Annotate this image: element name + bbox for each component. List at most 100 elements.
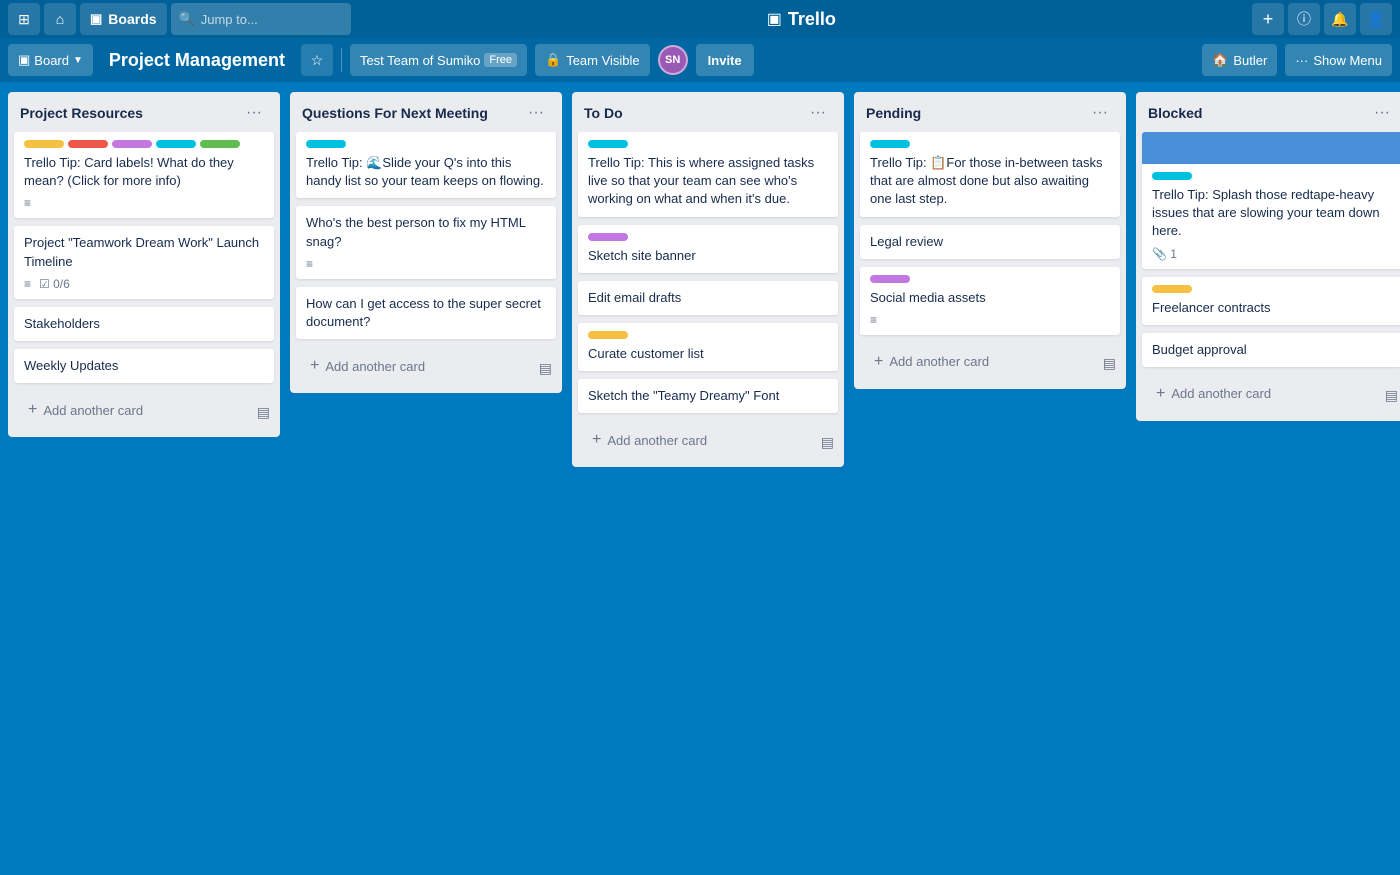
card-labels-tip-redtape xyxy=(1152,172,1392,180)
list-menu-button-blocked[interactable]: ··· xyxy=(1368,102,1396,124)
list-header-to-do: To Do··· xyxy=(572,92,844,132)
avatar[interactable]: SN xyxy=(658,45,688,75)
list-menu-button-to-do[interactable]: ··· xyxy=(804,102,832,124)
invite-button[interactable]: Invite xyxy=(696,44,754,76)
card-labels-social-media xyxy=(870,275,1110,283)
list-menu-button-questions-next-meeting[interactable]: ··· xyxy=(522,102,550,124)
list-to-do: To Do···Trello Tip: This is where assign… xyxy=(572,92,844,467)
add-card-button-project-resources[interactable]: +Add another card xyxy=(18,393,249,427)
board-view-button[interactable]: ▣ Board ▼ xyxy=(8,44,93,76)
card-html-snag[interactable]: Who's the best person to fix my HTML sna… xyxy=(296,206,556,278)
card-badge: 📎 1 xyxy=(1152,247,1177,261)
app-icon: ▣ xyxy=(767,9,782,29)
invite-label: Invite xyxy=(708,53,742,68)
search-bar[interactable]: 🔍 xyxy=(171,3,351,35)
card-tip-labels[interactable]: Trello Tip: Card labels! What do they me… xyxy=(14,132,274,218)
card-badge: ≡ xyxy=(24,196,31,210)
free-badge: Free xyxy=(484,53,517,67)
card-label xyxy=(588,331,628,339)
list-blocked: Blocked··· Trello Tip: Splash those redta… xyxy=(1136,92,1400,421)
list-title-questions-next-meeting: Questions For Next Meeting xyxy=(302,105,522,121)
show-menu-button[interactable]: ··· Show Menu xyxy=(1285,44,1392,76)
card-budget-approval[interactable]: Budget approval xyxy=(1142,333,1400,367)
butler-label: Butler xyxy=(1233,53,1267,68)
card-text-tip-inbetween: Trello Tip: 📋For those in-between tasks … xyxy=(870,154,1110,209)
list-pending: Pending···Trello Tip: 📋For those in-betw… xyxy=(854,92,1126,389)
team-name-button[interactable]: Test Team of Sumiko Free xyxy=(350,44,527,76)
add-card-button-questions-next-meeting[interactable]: +Add another card xyxy=(300,349,531,383)
list-cards-pending: Trello Tip: 📋For those in-between tasks … xyxy=(854,132,1126,343)
app-branding: ▣ Trello xyxy=(355,9,1248,30)
card-tip-inbetween[interactable]: Trello Tip: 📋For those in-between tasks … xyxy=(860,132,1120,217)
list-header-project-resources: Project Resources··· xyxy=(8,92,280,132)
card-badge: ≡ xyxy=(306,257,313,271)
notifications-button[interactable]: 🔔 xyxy=(1324,3,1356,35)
home-button[interactable]: ⌂ xyxy=(44,3,76,35)
add-card-button-to-do[interactable]: +Add another card xyxy=(582,423,813,457)
board-header: ▣ Board ▼ Project Management ☆ Test Team… xyxy=(0,38,1400,82)
card-label xyxy=(24,140,64,148)
card-labels-tip-slide xyxy=(306,140,546,148)
show-menu-label: Show Menu xyxy=(1313,53,1382,68)
add-card-label: Add another card xyxy=(889,354,989,369)
add-card-label: Add another card xyxy=(1171,386,1271,401)
card-legal-review[interactable]: Legal review xyxy=(860,225,1120,259)
butler-button[interactable]: 🏠 Butler xyxy=(1202,44,1277,76)
add-card-footer-project-resources: +Add another card▤ xyxy=(8,391,280,437)
add-button[interactable]: + xyxy=(1252,3,1284,35)
card-curate-customer[interactable]: Curate customer list xyxy=(578,323,838,371)
add-card-footer-questions-next-meeting: +Add another card▤ xyxy=(290,347,562,393)
card-tip-redtape[interactable]: Trello Tip: Splash those redtape-heavy i… xyxy=(1142,132,1400,269)
profile-button[interactable]: 👤 xyxy=(1360,3,1392,35)
card-footer-launch-timeline: ≡☑ 0/6 xyxy=(24,277,264,291)
card-sketch-banner[interactable]: Sketch site banner xyxy=(578,225,838,273)
card-label xyxy=(112,140,152,148)
list-title-to-do: To Do xyxy=(584,105,804,121)
card-sketch-font[interactable]: Sketch the "Teamy Dreamy" Font xyxy=(578,379,838,413)
card-footer-html-snag: ≡ xyxy=(306,257,546,271)
list-title-blocked: Blocked xyxy=(1148,105,1368,121)
card-edit-email-drafts[interactable]: Edit email drafts xyxy=(578,281,838,315)
card-template-button-blocked[interactable]: ▤ xyxy=(1381,383,1400,408)
board-dropdown-icon: ▼ xyxy=(73,55,83,66)
grid-icon-button[interactable]: ⊞ xyxy=(8,3,40,35)
boards-button[interactable]: ▣ Boards xyxy=(80,3,167,35)
list-menu-button-project-resources[interactable]: ··· xyxy=(240,102,268,124)
card-freelancer-contracts[interactable]: Freelancer contracts xyxy=(1142,277,1400,325)
card-weekly-updates[interactable]: Weekly Updates xyxy=(14,349,274,383)
card-template-button-pending[interactable]: ▤ xyxy=(1099,351,1120,376)
card-label xyxy=(588,140,628,148)
add-card-button-blocked[interactable]: +Add another card xyxy=(1146,377,1377,411)
list-title-project-resources: Project Resources xyxy=(20,105,240,121)
card-tip-slide[interactable]: Trello Tip: 🌊Slide your Q's into this ha… xyxy=(296,132,556,198)
board-view-label: Board xyxy=(34,53,69,68)
card-text-edit-email-drafts: Edit email drafts xyxy=(588,289,828,307)
lock-icon: 🔒 xyxy=(545,52,561,68)
add-card-button-pending[interactable]: +Add another card xyxy=(864,345,1095,379)
team-visible-button[interactable]: 🔒 Team Visible xyxy=(535,44,650,76)
search-input[interactable] xyxy=(201,12,341,27)
card-stakeholders[interactable]: Stakeholders xyxy=(14,307,274,341)
star-button[interactable]: ☆ xyxy=(301,44,333,76)
card-template-button-to-do[interactable]: ▤ xyxy=(817,430,838,455)
card-tip-assigned[interactable]: Trello Tip: This is where assigned tasks… xyxy=(578,132,838,217)
card-labels-tip-inbetween xyxy=(870,140,1110,148)
card-badge: ☑ 0/6 xyxy=(39,277,70,291)
card-social-media[interactable]: Social media assets≡ xyxy=(860,267,1120,335)
star-icon: ☆ xyxy=(311,52,324,69)
menu-dots-icon: ··· xyxy=(1295,53,1308,68)
list-menu-button-pending[interactable]: ··· xyxy=(1086,102,1114,124)
card-text-freelancer-contracts: Freelancer contracts xyxy=(1152,299,1392,317)
boards-label: Boards xyxy=(108,11,156,27)
nav-right-actions: + ⓘ 🔔 👤 xyxy=(1252,3,1392,35)
card-secret-document[interactable]: How can I get access to the super secret… xyxy=(296,287,556,339)
card-text-sketch-font: Sketch the "Teamy Dreamy" Font xyxy=(588,387,828,405)
card-text-tip-slide: Trello Tip: 🌊Slide your Q's into this ha… xyxy=(306,154,546,190)
info-button[interactable]: ⓘ xyxy=(1288,3,1320,35)
top-navigation: ⊞ ⌂ ▣ Boards 🔍 ▣ Trello + ⓘ 🔔 👤 xyxy=(0,0,1400,38)
card-launch-timeline[interactable]: Project "Teamwork Dream Work" Launch Tim… xyxy=(14,226,274,298)
add-card-label: Add another card xyxy=(43,403,143,418)
card-template-button-project-resources[interactable]: ▤ xyxy=(253,400,274,425)
card-text-stakeholders: Stakeholders xyxy=(24,315,264,333)
card-template-button-questions-next-meeting[interactable]: ▤ xyxy=(535,356,556,381)
